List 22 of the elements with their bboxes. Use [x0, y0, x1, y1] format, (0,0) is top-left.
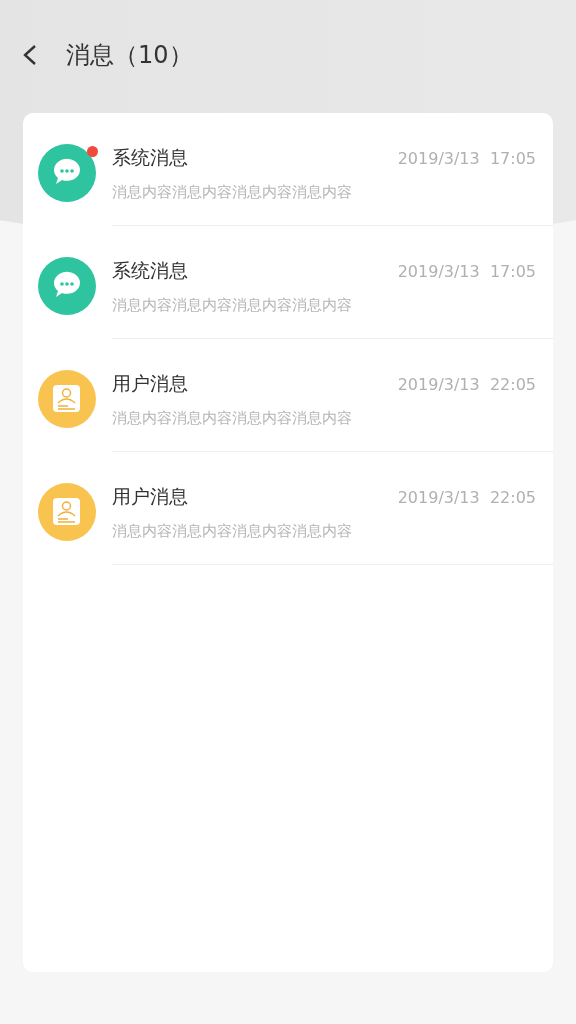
message-time: 2019/3/13 17:05 — [397, 262, 536, 281]
contact-card-icon — [38, 370, 96, 428]
message-title: 用户消息 — [112, 371, 188, 396]
contact-card-icon — [38, 483, 96, 541]
message-item[interactable]: 用户消息 2019/3/13 22:05 消息内容消息内容消息内容消息内容 — [23, 452, 553, 565]
chat-bubble-icon — [38, 144, 96, 202]
message-title: 系统消息 — [112, 145, 188, 170]
message-item[interactable]: 用户消息 2019/3/13 22:05 消息内容消息内容消息内容消息内容 — [23, 339, 553, 452]
message-time: 2019/3/13 17:05 — [397, 149, 536, 168]
back-icon[interactable] — [22, 43, 38, 66]
message-title: 系统消息 — [112, 258, 188, 283]
message-preview: 消息内容消息内容消息内容消息内容 — [112, 522, 353, 541]
chat-bubble-icon — [38, 257, 96, 315]
message-time: 2019/3/13 22:05 — [397, 375, 536, 394]
message-preview: 消息内容消息内容消息内容消息内容 — [112, 296, 353, 315]
message-title: 用户消息 — [112, 484, 188, 509]
message-preview: 消息内容消息内容消息内容消息内容 — [112, 183, 353, 202]
message-item[interactable]: 系统消息 2019/3/13 17:05 消息内容消息内容消息内容消息内容 — [23, 113, 553, 226]
message-item[interactable]: 系统消息 2019/3/13 17:05 消息内容消息内容消息内容消息内容 — [23, 226, 553, 339]
message-preview: 消息内容消息内容消息内容消息内容 — [112, 409, 353, 428]
page-title: 消息（10） — [66, 39, 193, 71]
message-time: 2019/3/13 22:05 — [397, 488, 536, 507]
